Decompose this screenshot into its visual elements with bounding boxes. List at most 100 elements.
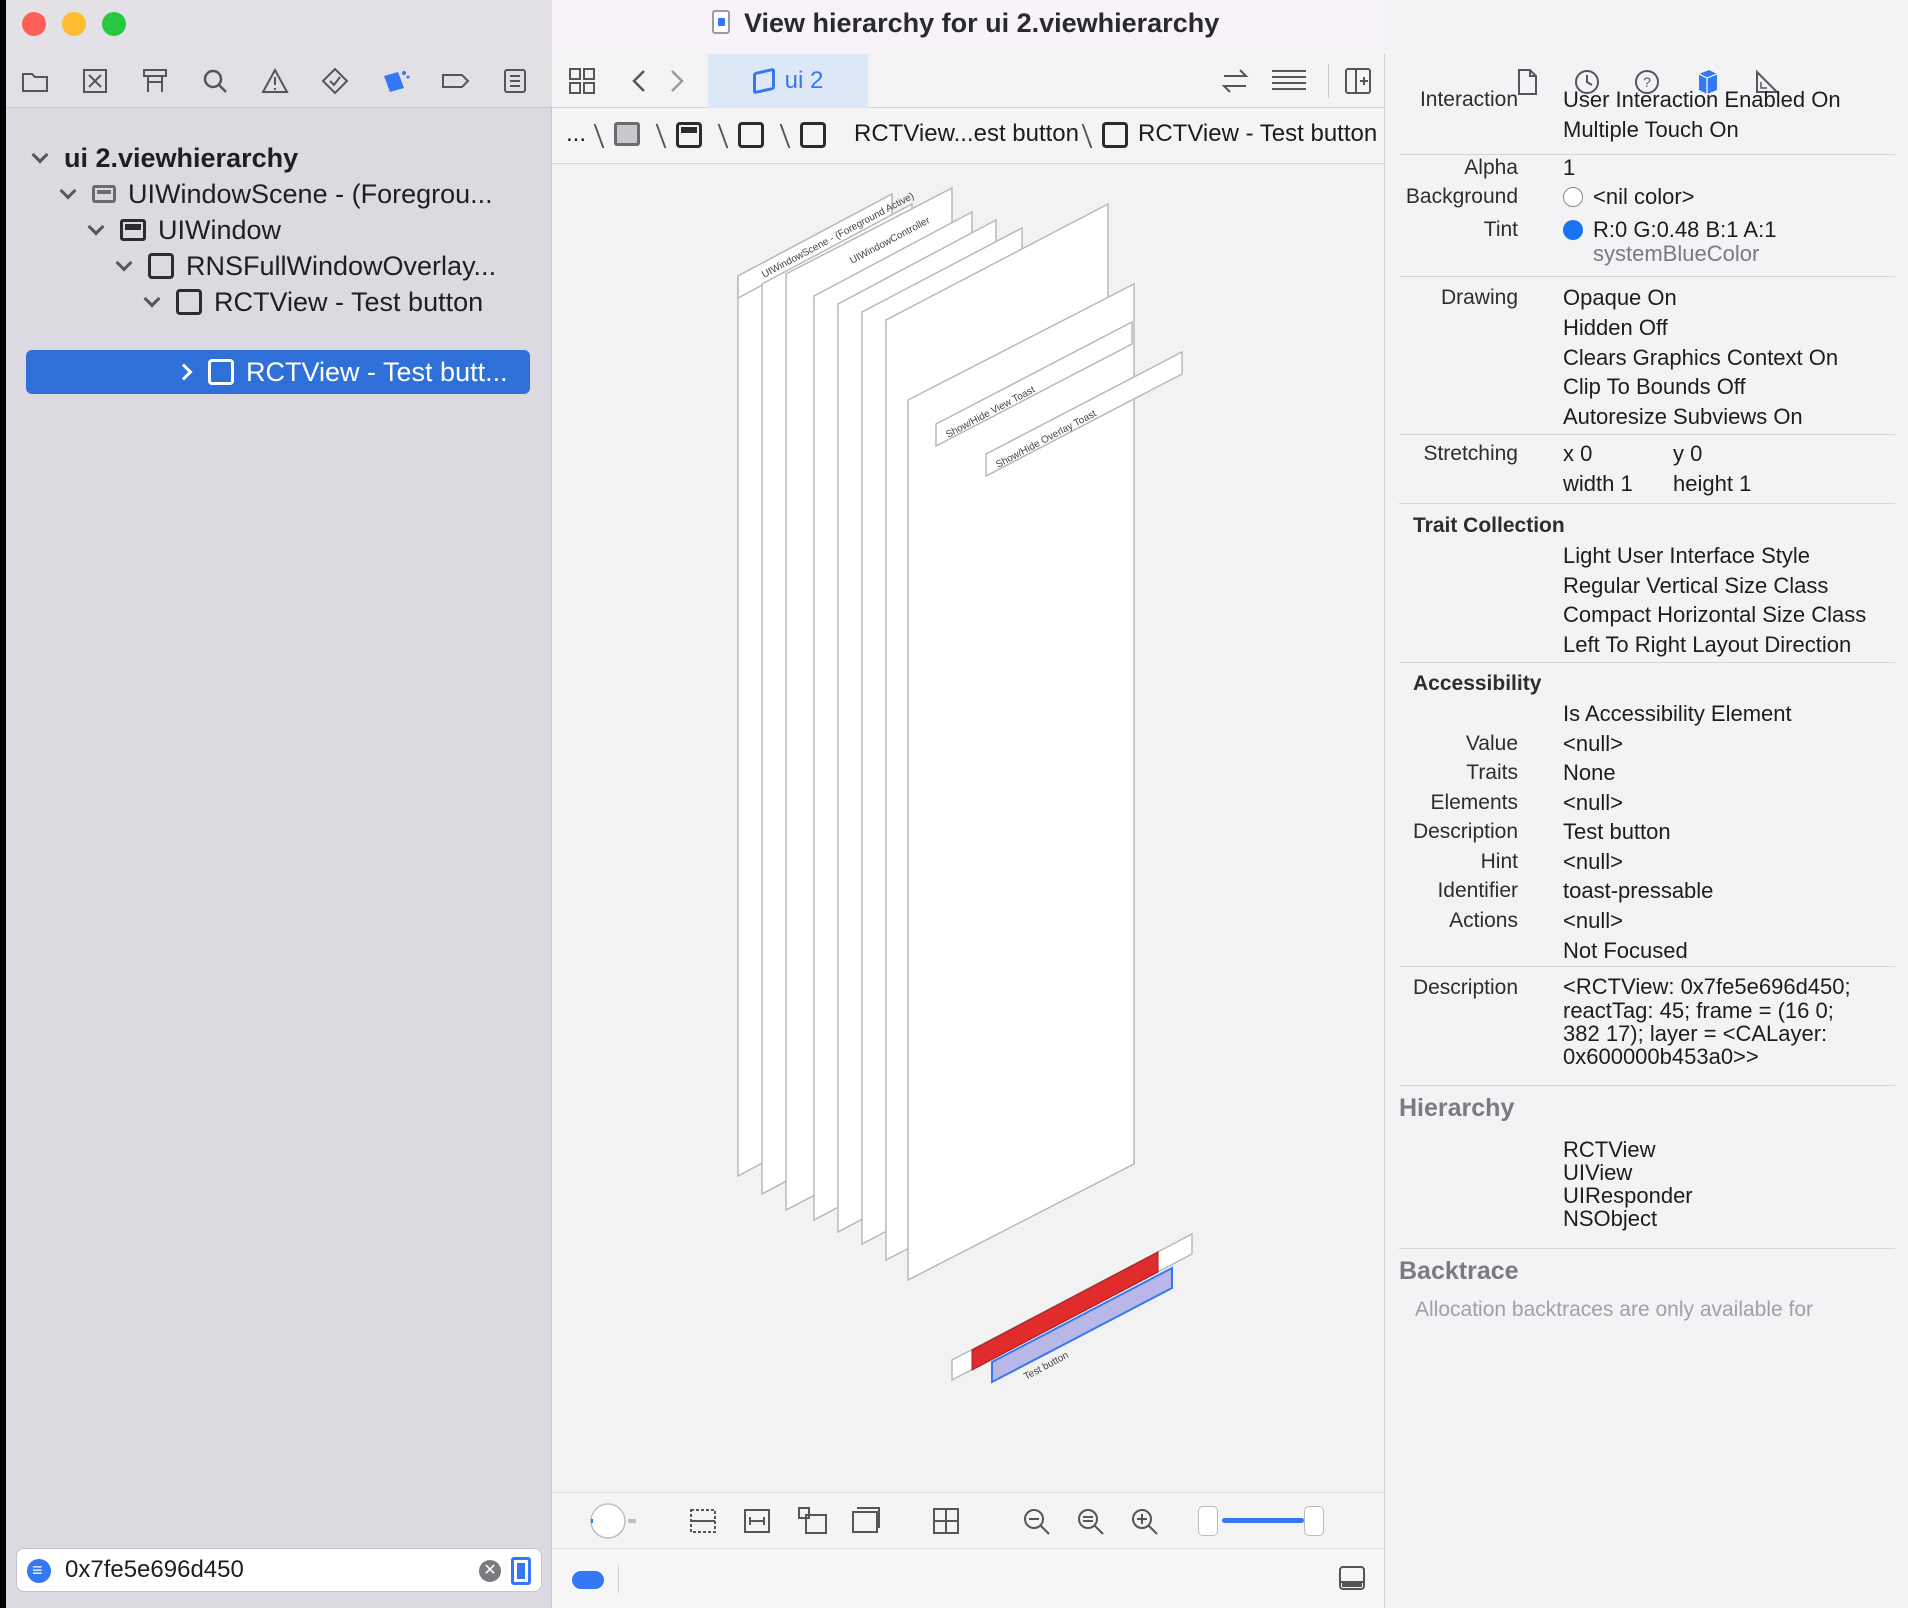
breadcrumb-item-short[interactable]: RCTView...est button: [854, 120, 1079, 148]
report-icon[interactable]: [500, 66, 530, 96]
hierarchy-icon[interactable]: [140, 66, 170, 96]
warning-icon[interactable]: [260, 66, 290, 96]
zoom-window-button[interactable]: [102, 12, 126, 36]
description-line-4: 0x600000b453a0>>: [1563, 1044, 1759, 1069]
tint-value[interactable]: R:0 G:0.48 B:1 A:1: [1563, 217, 1776, 243]
chevron-right-icon[interactable]: [175, 363, 193, 381]
grid-view-icon[interactable]: [568, 67, 596, 95]
stretching-x-label: x: [1563, 441, 1574, 466]
zoom-slider-thumb[interactable]: [1304, 1506, 1324, 1536]
orientation-icon[interactable]: [932, 1507, 960, 1535]
filter-input[interactable]: 0x7fe5e696d450: [65, 1556, 244, 1584]
view-icon: [208, 359, 234, 385]
chevron-down-icon[interactable]: [115, 254, 133, 272]
breadcrumb-ellipsis[interactable]: ...: [566, 120, 586, 148]
background-value[interactable]: <nil color>: [1563, 184, 1695, 210]
section-divider: [1399, 434, 1895, 435]
interaction-value-1[interactable]: User Interaction Enabled On: [1563, 87, 1841, 113]
tab-ui2[interactable]: ui 2: [708, 54, 868, 108]
sidebar-titlebar: [6, 0, 552, 54]
tint-label: Tint: [1483, 218, 1518, 241]
frames-icon[interactable]: [796, 1505, 828, 1535]
acc-actions: <null>: [1563, 908, 1623, 933]
stretching-y[interactable]: y 0: [1673, 441, 1702, 467]
breadcrumb-separator: [647, 124, 667, 148]
debug-icon[interactable]: [380, 66, 410, 96]
chevron-down-icon[interactable]: [143, 290, 161, 308]
hierarchy-item-nsobject[interactable]: NSObject: [1563, 1206, 1657, 1232]
view-icon: [176, 289, 202, 315]
view-hierarchy-canvas[interactable]: UIWindowScene - (Foreground Active) UIWi…: [552, 164, 1384, 1492]
acc-traits-label: Traits: [1466, 761, 1518, 784]
forward-icon[interactable]: [666, 69, 686, 93]
close-window-button[interactable]: [22, 12, 46, 36]
minimize-window-button[interactable]: [62, 12, 86, 36]
window-icon: [120, 219, 146, 241]
chevron-down-icon[interactable]: [87, 218, 105, 236]
acc-value: <null>: [1563, 731, 1623, 756]
view-debugger-icon: [752, 67, 775, 95]
zoom-slider[interactable]: [1198, 1503, 1326, 1539]
show-clipped-icon[interactable]: [688, 1507, 718, 1535]
spacing-control-icon[interactable]: [588, 1501, 638, 1541]
breadcrumb-overlay-icon[interactable]: [738, 122, 764, 148]
section-divider: [1399, 276, 1895, 277]
search-icon[interactable]: [200, 66, 230, 96]
breadcrumb-current-icon[interactable]: [1102, 122, 1128, 148]
contents-icon[interactable]: [850, 1505, 882, 1535]
inspector-titlebar: [1384, 0, 1908, 54]
navigator-toolbar: [6, 54, 552, 108]
trait-vertical: Regular Vertical Size Class: [1563, 573, 1829, 598]
filter-field[interactable]: 0x7fe5e696d450 ✕: [16, 1548, 542, 1592]
tree-item-label: RNSFullWindowOverlay...: [186, 250, 497, 281]
acc-identifier-label: Identifier: [1437, 879, 1518, 902]
section-divider: [1399, 503, 1895, 504]
interaction-value-2[interactable]: Multiple Touch On: [1563, 117, 1739, 143]
tree-item-label: ui 2.viewhierarchy: [64, 142, 299, 173]
zoom-out-icon[interactable]: [1022, 1507, 1052, 1537]
window-scene-icon: [92, 185, 116, 203]
breadcrumb-window-icon[interactable]: [676, 122, 702, 148]
acc-elements: <null>: [1563, 790, 1623, 815]
editor-area: ui 2 ... RCTView...est button RCTView - …: [552, 54, 1384, 1608]
breakpoint-icon[interactable]: [440, 66, 470, 96]
show-constraints-icon[interactable]: [742, 1507, 772, 1535]
filter-icon[interactable]: [27, 1559, 51, 1583]
breakpoints-toggle[interactable]: [572, 1571, 604, 1589]
breadcrumb-separator: [771, 124, 791, 148]
zoom-reset-icon[interactable]: [1076, 1507, 1106, 1537]
backtrace-heading: Backtrace: [1399, 1257, 1519, 1285]
swap-icon[interactable]: [1220, 68, 1250, 94]
breadcrumb-rctview-icon[interactable]: [800, 122, 826, 148]
exploded-view-3d[interactable]: UIWindowScene - (Foreground Active) UIWi…: [552, 164, 1384, 1492]
drawing-value-hidden[interactable]: Hidden Off: [1563, 315, 1668, 341]
drawing-value-clip[interactable]: Clip To Bounds Off: [1563, 374, 1746, 400]
alpha-value[interactable]: 1: [1563, 155, 1575, 181]
trait-direction: Left To Right Layout Direction: [1563, 632, 1852, 657]
drawing-label: Drawing: [1440, 286, 1518, 309]
background-label: Background: [1405, 185, 1518, 208]
clear-filter-icon[interactable]: ✕: [479, 1560, 501, 1582]
stretching-x[interactable]: x 0: [1563, 441, 1592, 467]
back-icon[interactable]: [630, 69, 650, 93]
drawing-value-opaque[interactable]: Opaque On: [1563, 285, 1677, 311]
stretching-y-label: y: [1673, 441, 1684, 466]
folder-icon[interactable]: [20, 66, 50, 96]
chevron-down-icon[interactable]: [59, 182, 77, 200]
stretching-width[interactable]: width 1: [1563, 471, 1633, 497]
breadcrumb-item-current[interactable]: RCTView - Test button: [1138, 120, 1377, 148]
drawing-value-autoresize[interactable]: Autoresize Subviews On: [1563, 404, 1803, 430]
drawing-value-clears[interactable]: Clears Graphics Context On: [1563, 345, 1838, 371]
section-divider: [1399, 966, 1895, 967]
lines-icon[interactable]: [1270, 68, 1308, 94]
breadcrumb-scene-icon[interactable]: [614, 122, 640, 146]
hide-debug-area-icon[interactable]: [1338, 1565, 1366, 1591]
test-icon[interactable]: [320, 66, 350, 96]
source-control-icon[interactable]: [80, 66, 110, 96]
chevron-down-icon[interactable]: [31, 146, 49, 164]
add-editor-icon[interactable]: [1344, 67, 1372, 95]
filter-scope-icon[interactable]: [511, 1557, 531, 1585]
zoom-in-icon[interactable]: [1130, 1507, 1160, 1537]
stretching-height[interactable]: height 1: [1673, 471, 1751, 497]
xcode-window: View hierarchy for ui 2.viewhierarchy ui…: [6, 0, 1908, 1608]
